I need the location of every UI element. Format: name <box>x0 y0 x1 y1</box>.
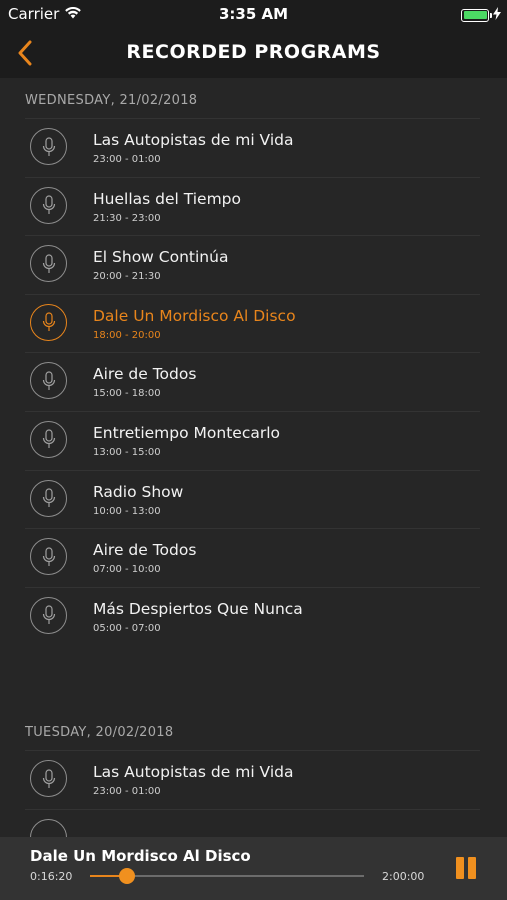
program-title: Las Autopistas de mi Vida <box>93 131 294 149</box>
program-row[interactable]: Entretiempo Montecarlo 13:00 - 15:00 <box>25 410 480 470</box>
program-title: Entretiempo Montecarlo <box>93 423 281 442</box>
status-bar: Carrier 3:35 AM <box>0 0 507 28</box>
program-row[interactable]: Más Despiertos Que Nunca 05:00 - 07:00 <box>25 586 480 646</box>
elapsed-time: 0:16:20 <box>30 870 73 883</box>
program-title: Más Despiertos Que Nunca <box>93 599 303 618</box>
program-title: Radio Show <box>93 482 184 501</box>
now-playing-title: Dale Un Mordisco Al Disco <box>30 847 251 865</box>
navigation-bar: RECORDED PROGRAMS <box>0 28 507 78</box>
section-wednesday: WEDNESDAY, 21/02/2018 Las Autopistas de … <box>0 78 507 645</box>
program-time: 23:00 - 01:00 <box>93 786 161 798</box>
program-time: 18:00 - 20:00 <box>93 329 161 341</box>
battery-icon <box>461 8 492 22</box>
microphone-icon <box>30 420 67 458</box>
status-time: 3:35 AM <box>218 5 289 23</box>
total-time: 2:00:00 <box>382 870 425 883</box>
recordings-list[interactable]: WEDNESDAY, 21/02/2018 Las Autopistas de … <box>0 78 507 838</box>
program-title: Aire de Todos <box>93 541 197 560</box>
program-time: 13:00 - 15:00 <box>93 446 161 458</box>
progress-slider[interactable] <box>90 868 364 884</box>
pause-button[interactable] <box>454 857 478 881</box>
slider-thumb[interactable] <box>119 868 136 884</box>
program-title: Aire de Todos <box>93 365 197 384</box>
program-time: 15:00 - 18:00 <box>93 388 161 400</box>
program-row[interactable]: Huellas del Tiempo 21:30 - 23:00 <box>25 176 480 236</box>
microphone-icon <box>30 818 67 838</box>
program-row[interactable]: Radio Show 10:00 - 13:00 <box>25 469 480 529</box>
section-tuesday: TUESDAY, 20/02/2018 Las Autopistas de mi… <box>0 720 507 838</box>
status-right <box>461 6 501 24</box>
program-row[interactable]: Aire de Todos 15:00 - 18:00 <box>25 352 480 411</box>
program-time: 10:00 - 13:00 <box>93 505 161 517</box>
program-row-active[interactable]: Dale Un Mordisco Al Disco 18:00 - 20:00 <box>25 293 480 353</box>
program-row[interactable]: Las Autopistas de mi Vida 23:00 - 01:00 <box>25 118 480 177</box>
program-row[interactable]: Aire de Todos 07:00 - 10:00 <box>25 528 480 587</box>
program-time: 07:00 - 10:00 <box>93 564 161 576</box>
microphone-icon <box>30 186 67 224</box>
program-row[interactable]: El Show Continúa 20:00 - 21:30 <box>25 235 480 294</box>
program-time: 23:00 - 01:00 <box>93 154 161 165</box>
program-title: Dale Un Mordisco Al Disco <box>93 306 296 325</box>
program-row-partial[interactable] <box>25 808 480 838</box>
microphone-icon <box>30 479 67 517</box>
microphone-icon <box>30 362 67 400</box>
microphone-icon <box>30 303 67 341</box>
section-date-header: WEDNESDAY, 21/02/2018 <box>25 93 198 108</box>
program-title: Huellas del Tiempo <box>93 189 241 208</box>
microphone-icon <box>30 538 67 576</box>
page-title: RECORDED PROGRAMS <box>126 41 381 63</box>
program-title: Las Autopistas de mi Vida <box>93 763 294 782</box>
program-row[interactable]: Las Autopistas de mi Vida 23:00 - 01:00 <box>25 750 480 809</box>
charging-icon <box>493 6 501 24</box>
microphone-icon <box>30 128 67 165</box>
now-playing-bar[interactable]: Dale Un Mordisco Al Disco 0:16:20 2:00:0… <box>0 837 507 900</box>
microphone-icon <box>30 596 67 634</box>
program-time: 21:30 - 23:00 <box>93 212 161 224</box>
program-time: 05:00 - 07:00 <box>93 622 161 634</box>
section-date-header: TUESDAY, 20/02/2018 <box>25 725 174 741</box>
microphone-icon <box>30 760 67 798</box>
program-time: 20:00 - 21:30 <box>93 271 161 283</box>
program-title: El Show Continúa <box>93 248 229 267</box>
microphone-icon <box>30 245 67 283</box>
